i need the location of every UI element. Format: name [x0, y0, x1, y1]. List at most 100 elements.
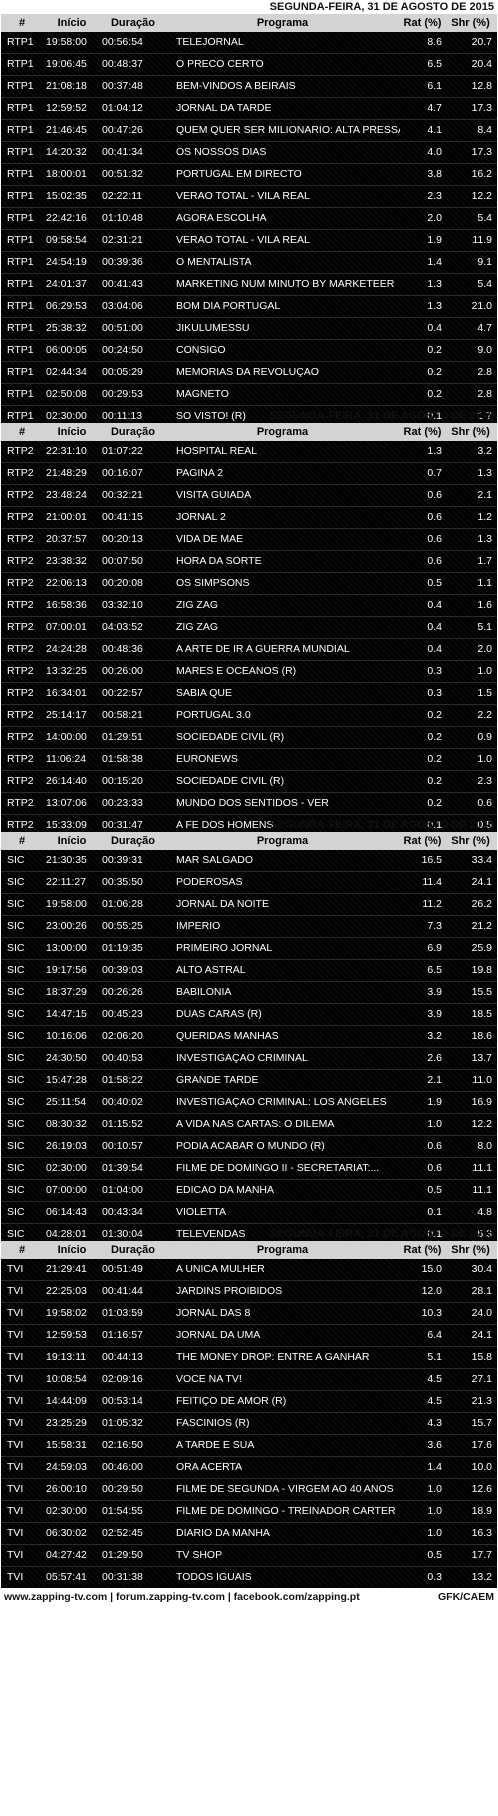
- table-row: RTP1 02:44:34 00:05:29 MEMORIAS DA REVOLUÇA…: [1, 361, 497, 383]
- share-cell: 28.1: [471, 1285, 492, 1297]
- rating-cell: 7.3: [427, 920, 442, 932]
- table-row: SIC 23:00:26 00:55:25 IMPERIO 7.3 21.2: [1, 915, 497, 937]
- table-row: TVI 14:44:09 00:53:14 FEITIÇO DE AMOR (R) 4.…: [1, 1390, 497, 1412]
- program-cell: TODOS IGUAIS: [176, 1571, 252, 1583]
- program-cell: ALTO ASTRAL: [176, 964, 246, 976]
- rating-cell: 0.6: [427, 555, 442, 567]
- channel-cell: RTP1: [7, 300, 34, 312]
- start-cell: 14:20:32: [46, 146, 87, 158]
- program-cell: BEM-VINDOS A BEIRAIS: [176, 80, 296, 92]
- table-row: RTP2 21:48:29 00:16:07 PAGINA 2 0.7 1.3: [1, 462, 497, 484]
- share-cell: 16.2: [471, 168, 492, 180]
- rating-cell: 1.9: [427, 234, 442, 246]
- duration-cell: 02:09:16: [102, 1373, 143, 1385]
- share-cell: 21.3: [471, 1395, 492, 1407]
- duration-cell: 00:48:36: [102, 643, 143, 655]
- duration-cell: 04:03:52: [102, 621, 143, 633]
- share-cell: 26.2: [471, 898, 492, 910]
- start-cell: 05:57:41: [46, 1571, 87, 1583]
- program-cell: MARES E OCEANOS (R): [176, 665, 297, 677]
- program-cell: IMPERIO: [176, 920, 221, 932]
- start-cell: 07:00:01: [46, 621, 87, 633]
- table-row: SIC 22:11:27 00:35:50 PODEROSAS 11.4 24.1: [1, 871, 497, 893]
- share-cell: 1.0: [477, 753, 492, 765]
- share-cell: 17.7: [471, 1549, 492, 1561]
- table-row: RTP2 16:58:36 03:32:10 ZIG ZAG 0.4 1.6: [1, 594, 497, 616]
- start-cell: 02:44:34: [46, 366, 87, 378]
- share-cell: 16.9: [471, 1096, 492, 1108]
- share-cell: 12.6: [471, 1483, 492, 1495]
- rating-cell: 5.1: [427, 1351, 442, 1363]
- duration-cell: 00:41:44: [102, 1285, 143, 1297]
- program-cell: A TARDE E SUA: [176, 1439, 255, 1451]
- header-rating: Rat (%): [403, 17, 442, 29]
- channel-cell: TVI: [7, 1395, 24, 1407]
- header-duration: Duração: [110, 1244, 156, 1256]
- program-cell: PRIMEIRO JORNAL: [176, 942, 273, 954]
- duration-cell: 01:04:00: [102, 1184, 143, 1196]
- program-cell: JORNAL DA UMA: [176, 1329, 261, 1341]
- start-cell: 12:59:52: [46, 102, 87, 114]
- share-cell: 1.3: [477, 467, 492, 479]
- share-cell: 24.0: [471, 1307, 492, 1319]
- table-row: TVI 26:00:10 00:29:50 FILME DE SEGUNDA - VI…: [1, 1478, 497, 1500]
- program-cell: JORNAL DAS 8: [176, 1307, 251, 1319]
- table-row: TVI 22:25:03 00:41:44 JARDINS PROIBIDOS 12.0…: [1, 1280, 497, 1302]
- start-cell: 23:48:24: [46, 489, 87, 501]
- channel-cell: RTP2: [7, 445, 34, 457]
- table-header: # Início Duração Programa Rat (%) Shr (%…: [1, 423, 497, 441]
- channel-cell: RTP1: [7, 36, 34, 48]
- header-rating: Rat (%): [403, 426, 442, 438]
- program-cell: CONSIGO: [176, 344, 226, 356]
- rating-cell: 4.1: [427, 124, 442, 136]
- channel-cell: RTP1: [7, 366, 34, 378]
- start-cell: 15:02:35: [46, 190, 87, 202]
- share-cell: 3.2: [477, 445, 492, 457]
- program-cell: EURONEWS: [176, 753, 238, 765]
- table-row: SIC 02:30:00 01:39:54 FILME DE DOMINGO II -…: [1, 1157, 497, 1179]
- table-row: TVI 06:30:02 02:52:45 DIARIO DA MANHA 1.0 16.…: [1, 1522, 497, 1544]
- duration-cell: 00:55:25: [102, 920, 143, 932]
- start-cell: 14:44:09: [46, 1395, 87, 1407]
- share-cell: 21.2: [471, 920, 492, 932]
- rating-cell: 3.2: [427, 1030, 442, 1042]
- share-cell: 20.4: [471, 58, 492, 70]
- program-cell: FEITIÇO DE AMOR (R): [176, 1395, 287, 1407]
- channel-cell: SIC: [7, 876, 25, 888]
- table-body: TVI 21:29:41 00:51:49 A UNICA MULHER 15.0 30.…: [1, 1259, 497, 1588]
- program-cell: EDICAO DA MANHA: [176, 1184, 275, 1196]
- start-cell: 24:59:03: [46, 1461, 87, 1473]
- share-cell: 2.8: [477, 366, 492, 378]
- program-cell: SOCIEDADE CIVIL (R): [176, 775, 285, 787]
- rating-cell: 0.4: [427, 643, 442, 655]
- header-share: Shr (%): [451, 1244, 490, 1256]
- rating-cell: 0.6: [427, 533, 442, 545]
- table-row: RTP2 22:31:10 01:07:22 HOSPITAL REAL 1.3 3.2: [1, 441, 497, 462]
- table-row: TVI 05:57:41 00:31:38 TODOS IGUAIS 0.3 13.2: [1, 1566, 497, 1588]
- table-row: RTP1 21:08:18 00:37:48 BEM-VINDOS A BEIRAIS…: [1, 75, 497, 97]
- duration-cell: 00:07:50: [102, 555, 143, 567]
- rating-cell: 0.4: [427, 599, 442, 611]
- header-channel: #: [18, 426, 26, 438]
- table-row: SIC 13:00:00 01:19:35 PRIMEIRO JORNAL 6.9 25.…: [1, 937, 497, 959]
- header-start: Início: [57, 835, 87, 847]
- table-row: RTP1 24:54:19 00:39:36 O MENTALISTA 1.4 9.1: [1, 251, 497, 273]
- program-cell: VIDA DE MAE: [176, 533, 244, 545]
- start-cell: 02:50:08: [46, 388, 87, 400]
- ratings-table: # Início Duração Programa Rat (%) Shr (%…: [1, 832, 497, 1245]
- rating-cell: 0.2: [427, 344, 442, 356]
- table-row: RTP1 14:20:32 00:41:34 OS NOSSOS DIAS 4.0 17.…: [1, 141, 497, 163]
- program-cell: INVESTIGAÇAO CRIMINAL: LOS ANGELES: [176, 1096, 387, 1108]
- channel-cell: TVI: [7, 1351, 24, 1363]
- duration-cell: 00:26:00: [102, 665, 143, 677]
- program-cell: DUAS CARAS (R): [176, 1008, 262, 1020]
- table-row: SIC 06:14:43 00:43:34 VIOLETTA 0.1 4.8: [1, 1201, 497, 1223]
- share-cell: 11.1: [472, 1162, 492, 1174]
- rating-cell: 6.9: [427, 942, 442, 954]
- header-program: Programa: [256, 835, 309, 847]
- program-cell: PORTUGAL 3.0: [176, 709, 251, 721]
- share-cell: 2.2: [477, 709, 492, 721]
- table-row: TVI 24:59:03 00:46:00 ORA ACERTA 1.4 10.0: [1, 1456, 497, 1478]
- rating-cell: 11.2: [422, 898, 442, 910]
- footer-links[interactable]: www.zapping-tv.com | forum.zapping-tv.co…: [4, 1588, 360, 1606]
